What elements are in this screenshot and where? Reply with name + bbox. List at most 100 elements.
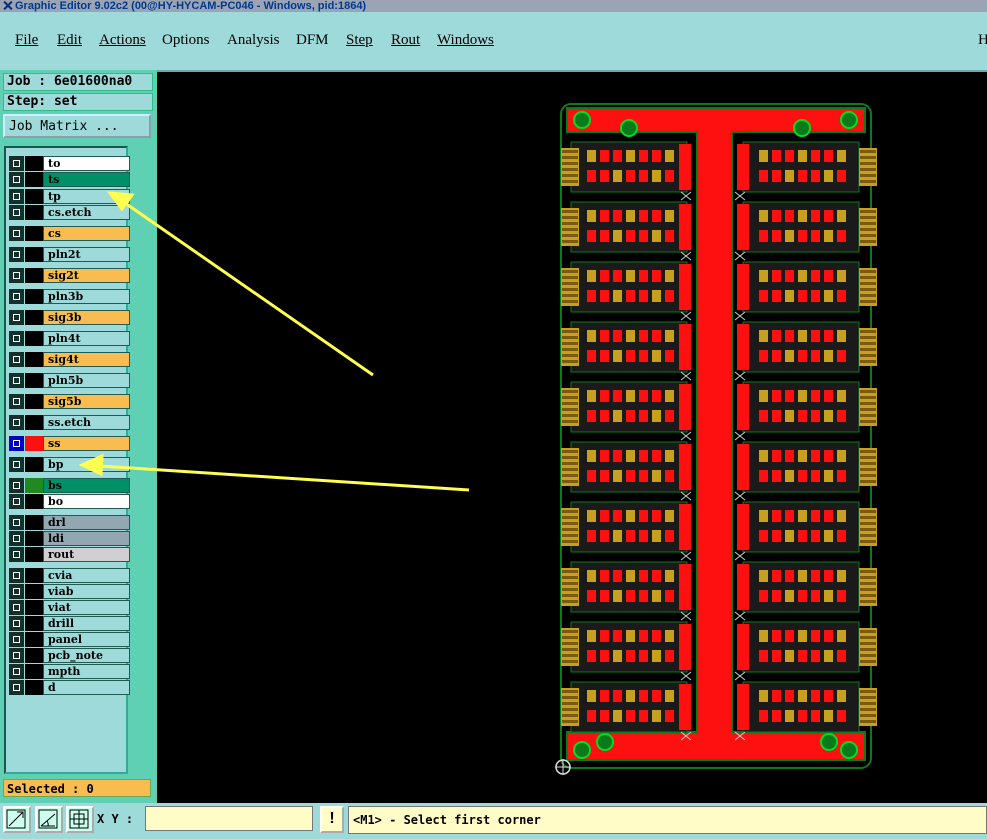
layer-name[interactable]: mpth (43, 664, 130, 679)
zoom-tool-button[interactable] (3, 806, 31, 833)
menu-step[interactable]: Step (346, 32, 373, 49)
layer-name[interactable]: ts (43, 172, 130, 187)
message-warning-button[interactable]: ! (320, 806, 344, 833)
layer-row-ldi[interactable]: ldi (9, 531, 130, 546)
layer-checkbox[interactable] (9, 680, 24, 695)
layer-row-tp[interactable]: tp (9, 189, 130, 204)
layer-name[interactable]: ldi (43, 531, 130, 546)
layer-checkbox[interactable] (9, 494, 24, 509)
layer-row-pln2t[interactable]: pln2t (9, 247, 130, 262)
layer-checkbox[interactable] (9, 568, 24, 583)
grid-tool-button[interactable] (66, 806, 94, 833)
layer-row-sig3b[interactable]: sig3b (9, 310, 130, 325)
layer-checkbox[interactable] (9, 457, 24, 472)
layer-name[interactable]: ss.etch (43, 415, 130, 430)
layer-checkbox[interactable] (9, 373, 24, 388)
layer-checkbox[interactable] (9, 415, 24, 430)
layer-row-bs[interactable]: bs (9, 478, 130, 493)
layer-row-mpth[interactable]: mpth (9, 664, 130, 679)
layer-row-pln4t[interactable]: pln4t (9, 331, 130, 346)
layer-row-d[interactable]: d (9, 680, 130, 695)
layer-row-ts[interactable]: ts (9, 172, 130, 187)
layer-row-viat[interactable]: viat (9, 600, 130, 615)
measure-tool-button[interactable] (35, 806, 63, 833)
layer-checkbox[interactable] (9, 616, 24, 631)
menu-dfm[interactable]: DFM (296, 32, 329, 49)
layer-row-ss[interactable]: ss (9, 436, 130, 451)
layer-checkbox[interactable] (9, 584, 24, 599)
layer-checkbox[interactable] (9, 172, 24, 187)
layer-row-bp[interactable]: bp (9, 457, 130, 472)
layer-checkbox[interactable] (9, 632, 24, 647)
layer-checkbox[interactable] (9, 352, 24, 367)
layer-row-rout[interactable]: rout (9, 547, 130, 562)
layer-name[interactable]: cs.etch (43, 205, 130, 220)
layer-checkbox[interactable] (9, 436, 24, 451)
layer-name[interactable]: bs (43, 478, 130, 493)
layer-name[interactable]: pln2t (43, 247, 130, 262)
layer-checkbox[interactable] (9, 547, 24, 562)
layer-name[interactable]: bp (43, 457, 130, 472)
layer-row-cs-etch[interactable]: cs.etch (9, 205, 130, 220)
layer-name[interactable]: drill (43, 616, 130, 631)
layer-row-viab[interactable]: viab (9, 584, 130, 599)
layer-checkbox[interactable] (9, 531, 24, 546)
job-matrix-button[interactable]: Job Matrix ... (3, 114, 151, 138)
layer-name[interactable]: panel (43, 632, 130, 647)
layer-name[interactable]: ss (43, 436, 130, 451)
layer-row-sig4t[interactable]: sig4t (9, 352, 130, 367)
layer-row-bo[interactable]: bo (9, 494, 130, 509)
layer-name[interactable]: d (43, 680, 130, 695)
layer-row-cvia[interactable]: cvia (9, 568, 130, 583)
layer-checkbox[interactable] (9, 648, 24, 663)
layer-name[interactable]: rout (43, 547, 130, 562)
layer-name[interactable]: sig2t (43, 268, 130, 283)
layer-name[interactable]: viab (43, 584, 130, 599)
layer-name[interactable]: to (43, 156, 130, 171)
layer-row-to[interactable]: to (9, 156, 130, 171)
layer-row-pln5b[interactable]: pln5b (9, 373, 130, 388)
layer-checkbox[interactable] (9, 394, 24, 409)
layer-name[interactable]: pln5b (43, 373, 130, 388)
menu-windows[interactable]: Windows (437, 32, 494, 49)
layer-row-drl[interactable]: drl (9, 515, 130, 530)
layer-checkbox[interactable] (9, 515, 24, 530)
menu-help-truncated[interactable]: H (978, 32, 987, 49)
layer-checkbox[interactable] (9, 189, 24, 204)
layer-name[interactable]: sig3b (43, 310, 130, 325)
layer-name[interactable]: tp (43, 189, 130, 204)
layer-name[interactable]: drl (43, 515, 130, 530)
layer-name[interactable]: bo (43, 494, 130, 509)
layer-checkbox[interactable] (9, 478, 24, 493)
menu-edit[interactable]: Edit (57, 32, 82, 49)
layer-name[interactable]: sig4t (43, 352, 130, 367)
layer-checkbox[interactable] (9, 226, 24, 241)
layer-row-sig2t[interactable]: sig2t (9, 268, 130, 283)
layer-name[interactable]: cvia (43, 568, 130, 583)
graphics-canvas[interactable] (157, 70, 987, 803)
layer-name[interactable]: pln3b (43, 289, 130, 304)
layer-checkbox[interactable] (9, 664, 24, 679)
layer-row-drill[interactable]: drill (9, 616, 130, 631)
layer-checkbox[interactable] (9, 205, 24, 220)
close-x-icon[interactable] (2, 0, 13, 11)
layer-row-cs[interactable]: cs (9, 226, 130, 241)
layer-row-sig5b[interactable]: sig5b (9, 394, 130, 409)
menu-rout[interactable]: Rout (391, 32, 420, 49)
layer-checkbox[interactable] (9, 600, 24, 615)
layer-checkbox[interactable] (9, 331, 24, 346)
menu-analysis[interactable]: Analysis (227, 32, 280, 49)
menu-options[interactable]: Options (162, 32, 210, 49)
layer-checkbox[interactable] (9, 310, 24, 325)
layer-name[interactable]: viat (43, 600, 130, 615)
layer-checkbox[interactable] (9, 156, 24, 171)
pcb-panel-view[interactable] (157, 70, 987, 803)
layer-checkbox[interactable] (9, 268, 24, 283)
layer-name[interactable]: cs (43, 226, 130, 241)
xy-coordinate-input[interactable] (145, 806, 313, 831)
menu-actions[interactable]: Actions (99, 32, 146, 49)
layer-checkbox[interactable] (9, 289, 24, 304)
layer-name[interactable]: pln4t (43, 331, 130, 346)
layer-row-pln3b[interactable]: pln3b (9, 289, 130, 304)
layer-row-ss-etch[interactable]: ss.etch (9, 415, 130, 430)
